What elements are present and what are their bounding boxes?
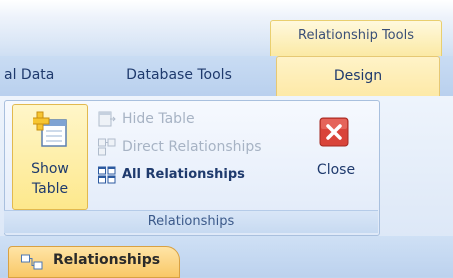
tab-design[interactable]: Design <box>276 56 440 97</box>
direct-relationships-button[interactable]: Direct Relationships <box>94 134 304 160</box>
all-relationships-icon <box>98 166 116 184</box>
document-tab-strip: Relationships <box>0 236 453 278</box>
contextual-title: Relationship Tools <box>298 28 414 43</box>
close-label: Close <box>316 162 356 178</box>
ribbon-panel: Show Table Hide Table Direct Relationshi… <box>0 96 453 236</box>
tab-external-data[interactable]: al Data <box>0 56 96 96</box>
all-relationships-label: All Relationships <box>122 167 245 182</box>
title-bar: Relationship Tools <box>0 0 453 57</box>
hide-table-button[interactable]: Hide Table <box>94 106 304 132</box>
hide-table-icon <box>98 111 116 127</box>
all-relationships-button[interactable]: All Relationships <box>94 162 304 188</box>
close-icon <box>319 117 349 147</box>
hide-table-label: Hide Table <box>122 111 195 127</box>
relationships-document-tab[interactable]: Relationships <box>8 246 180 278</box>
show-table-button[interactable]: Show Table <box>12 104 88 210</box>
relationships-tab-label: Relationships <box>53 252 161 268</box>
show-table-icon <box>33 111 67 147</box>
direct-relationships-label: Direct Relationships <box>122 139 262 155</box>
tab-database-tools[interactable]: Database Tools <box>94 56 264 96</box>
group-caption: Relationships <box>4 210 378 233</box>
show-table-label-line1: Show <box>31 161 69 177</box>
ribbon-tab-row: al Data Database Tools Design <box>0 56 453 97</box>
close-button[interactable]: Close <box>302 104 370 208</box>
direct-relationships-icon <box>98 138 116 156</box>
relationships-tab-icon <box>21 254 43 270</box>
contextual-tab-header: Relationship Tools <box>270 20 442 57</box>
show-table-label-line2: Table <box>31 181 69 197</box>
